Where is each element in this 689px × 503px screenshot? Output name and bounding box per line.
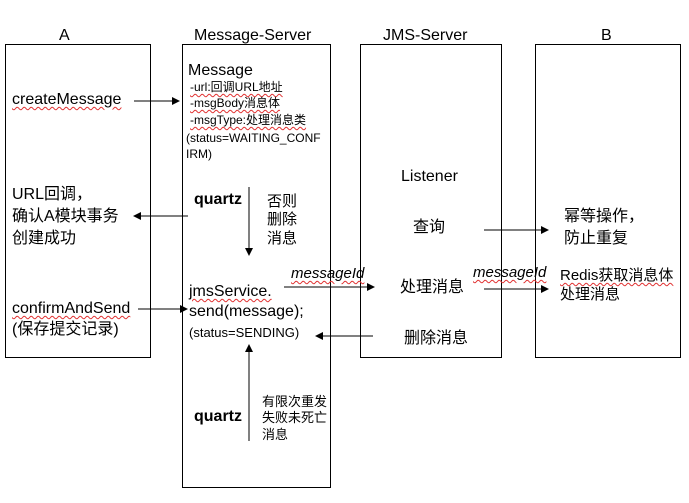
redis-line1: Redis获取消息体 <box>560 267 674 284</box>
message-field-body: -msgBody消息体 <box>190 96 281 110</box>
connector-arrows <box>133 97 549 441</box>
jms-service-line1: jmsService. <box>189 283 272 300</box>
url-callback-line2: 确认A模块事务 <box>12 208 119 225</box>
else-delete-line1: 否则 <box>267 193 298 210</box>
listener-label: Listener <box>401 168 458 185</box>
url-callback-line3: 创建成功 <box>12 230 77 247</box>
jms-service-line2: send(message); <box>189 303 304 320</box>
save-record-label: (保存提交记录) <box>12 321 119 338</box>
redis-line2: 处理消息 <box>560 286 621 303</box>
idempotent-line1: 幂等操作， <box>564 208 645 225</box>
message-title: Message <box>188 62 253 79</box>
flow-diagram: A Message-Server JMS-Server B createMess… <box>0 0 689 503</box>
retry-line2: 失败未死亡 <box>262 410 328 425</box>
url-callback-line1: URL回调， <box>12 186 93 203</box>
confirm-and-send-label: confirmAndSend <box>12 300 131 317</box>
status-waiting-line1: (status=WAITING_CONF <box>186 131 321 145</box>
edge-label-message-id-1: messageId <box>291 265 365 282</box>
message-field-url: -url:回调URL地址 <box>190 80 283 94</box>
else-delete-line2: 删除 <box>267 211 298 228</box>
delete-message-label: 删除消息 <box>404 330 469 347</box>
quartz-top-label: quartz <box>194 191 242 208</box>
status-waiting-line2: IRM) <box>186 147 212 161</box>
else-delete-line3: 消息 <box>267 230 298 247</box>
edge-label-message-id-2: messageId <box>473 264 547 281</box>
quartz-bottom-label: quartz <box>194 408 242 425</box>
retry-line1: 有限次重发 <box>262 394 328 409</box>
process-message-label: 处理消息 <box>400 279 465 296</box>
idempotent-line2: 防止重复 <box>564 230 629 247</box>
query-label: 查询 <box>413 219 446 236</box>
message-field-type: -msgType:处理消息类 <box>190 113 307 127</box>
create-message-label: createMessage <box>12 91 122 108</box>
status-sending: (status=SENDING) <box>189 325 300 340</box>
retry-line3: 消息 <box>262 427 289 442</box>
